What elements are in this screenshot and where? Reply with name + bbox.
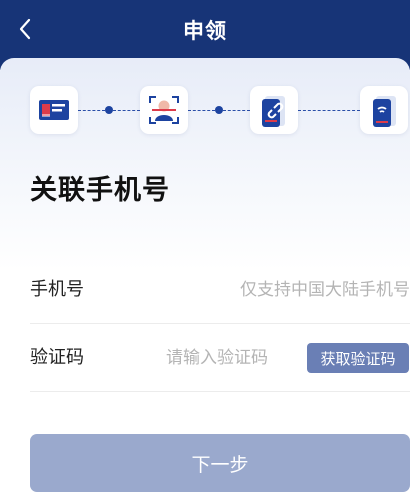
step-indicator (0, 84, 410, 140)
page-title: 申领 (183, 19, 227, 43)
step-link-phone (250, 86, 298, 134)
step-connector (188, 110, 215, 111)
step-id-card (30, 86, 78, 134)
step-face-scan (140, 86, 188, 134)
code-row: 验证码 获取验证码 (30, 324, 410, 392)
get-code-button[interactable]: 获取验证码 (307, 343, 409, 373)
step-connector (298, 110, 360, 111)
step-dot (105, 106, 113, 114)
phone-label: 手机号 (30, 279, 84, 300)
id-card-icon (39, 100, 69, 120)
verification-code-input[interactable] (166, 341, 306, 375)
code-label: 验证码 (30, 347, 84, 368)
phone-row: 手机号 (30, 256, 410, 324)
face-scan-icon (149, 96, 179, 124)
step-connector (113, 110, 140, 111)
nfc-phone-icon (373, 96, 396, 127)
next-button[interactable]: 下一步 (30, 434, 410, 492)
step-dot (215, 106, 223, 114)
phone-input[interactable] (150, 273, 410, 307)
step-nfc-phone (360, 86, 408, 134)
step-connector (223, 110, 250, 111)
step-connector (78, 110, 105, 111)
link-phone-icon (262, 96, 285, 127)
section-heading: 关联手机号 (30, 175, 170, 206)
